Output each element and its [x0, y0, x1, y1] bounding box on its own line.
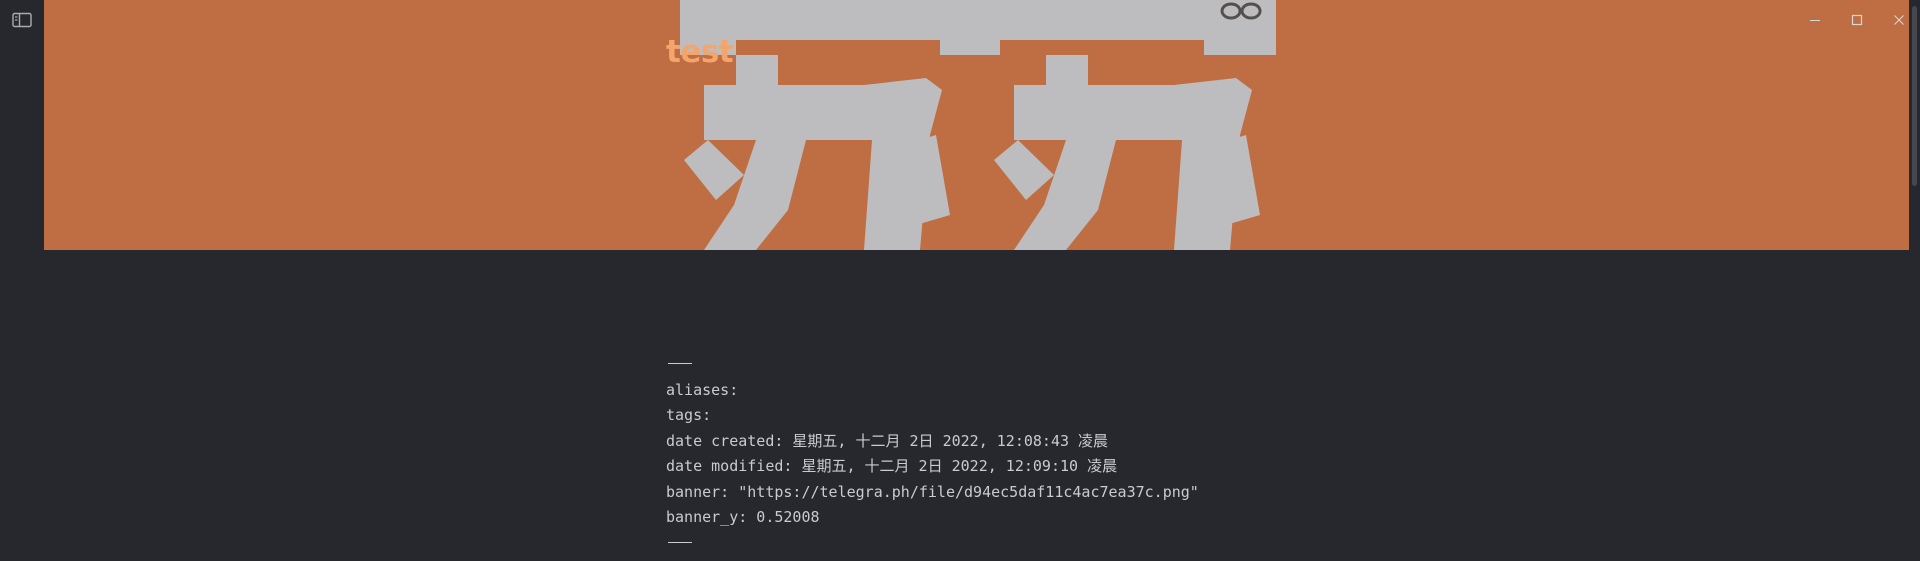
sidebar-toggle-icon[interactable] [12, 12, 32, 28]
minimize-icon[interactable] [1794, 0, 1836, 40]
frontmatter-aliases: aliases: [666, 380, 739, 399]
frontmatter-banner: banner: "https://telegra.ph/file/d94ec5d… [666, 482, 1199, 501]
frontmatter-block[interactable]: aliases: tags: date created: 星期五, 十二月 2日… [666, 352, 1199, 556]
window-controls [1794, 0, 1920, 40]
left-ribbon [0, 0, 44, 561]
frontmatter-tags: tags: [666, 406, 712, 424]
banner-image [44, 0, 1909, 250]
app-window: test aliases: tags: date created: 星期五, 十… [0, 0, 1920, 561]
note-banner: test [44, 0, 1909, 250]
maximize-icon[interactable] [1836, 0, 1878, 40]
frontmatter-banner-y: banner_y: 0.52008 [666, 508, 820, 526]
note-title[interactable]: test [666, 34, 734, 70]
frontmatter-separator-bottom [666, 531, 1199, 557]
frontmatter-separator-top [666, 352, 1199, 378]
frontmatter-date-created: date created: 星期五, 十二月 2日 2022, 12:08:43… [666, 431, 1109, 450]
frontmatter-date-modified: date modified: 星期五, 十二月 2日 2022, 12:09:1… [666, 457, 1118, 475]
scrollbar-thumb[interactable] [1912, 6, 1917, 186]
